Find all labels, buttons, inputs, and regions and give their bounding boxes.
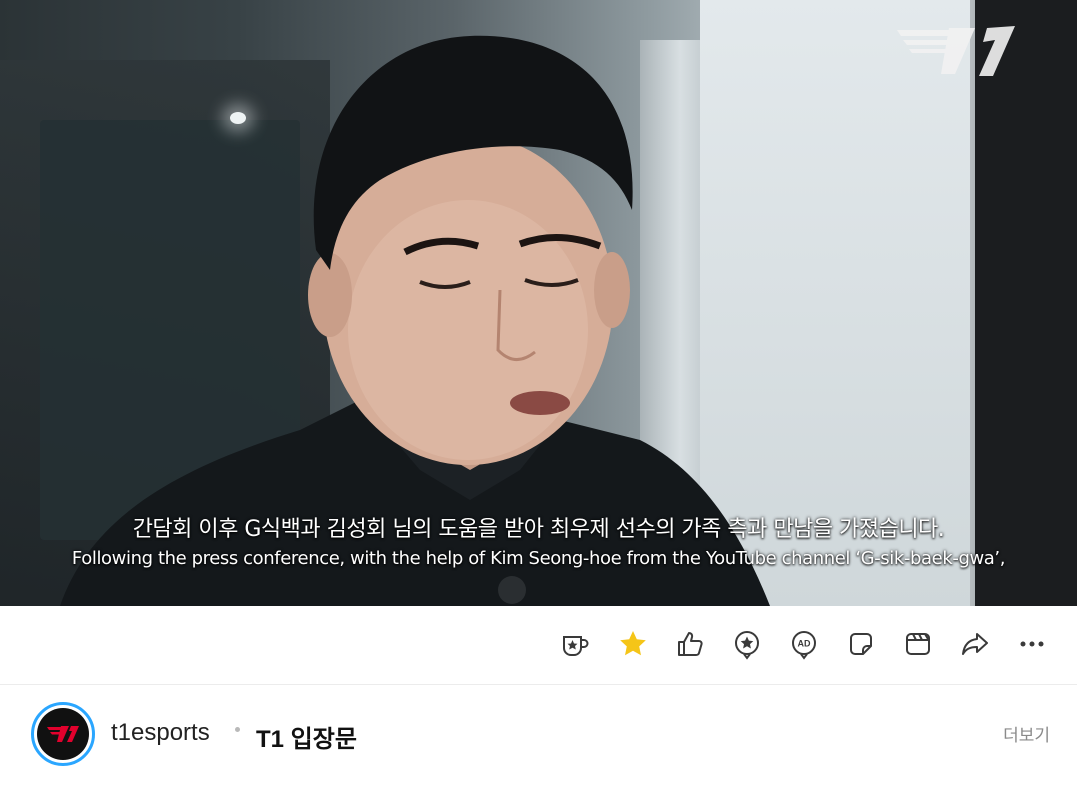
badge-star-icon[interactable] — [727, 624, 767, 664]
more-dots-icon[interactable] — [1012, 624, 1052, 664]
clapperboard-icon[interactable] — [898, 624, 938, 664]
share-icon[interactable] — [955, 624, 995, 664]
star-filled-icon[interactable] — [613, 624, 653, 664]
separator-dot — [235, 727, 240, 732]
action-toolbar: AD — [0, 606, 1077, 685]
channel-info-row: t1esports T1 입장문 더보기 — [0, 685, 1077, 791]
video-player[interactable]: 간담회 이후 G식백과 김성회 님의 도움을 받아 최우제 선수의 가족 측과 … — [0, 0, 1077, 606]
subtitle-korean: 간담회 이후 G식백과 김성회 님의 도움을 받아 최우제 선수의 가족 측과 … — [132, 517, 945, 542]
subtitle-english: Following the press conference, with the… — [71, 548, 1006, 569]
thumbs-up-icon[interactable] — [670, 624, 710, 664]
svg-text:AD: AD — [798, 639, 811, 649]
channel-name[interactable]: t1esports — [111, 719, 210, 747]
t1-brand-logo — [897, 26, 1015, 76]
more-link[interactable]: 더보기 — [1003, 721, 1050, 746]
channel-avatar[interactable] — [31, 702, 95, 766]
t1-avatar-logo-icon — [37, 708, 89, 760]
ad-icon[interactable]: AD — [784, 624, 824, 664]
sticker-icon[interactable] — [841, 624, 881, 664]
post-title[interactable]: T1 입장문 — [256, 719, 357, 754]
coffee-cup-icon[interactable] — [555, 624, 595, 664]
